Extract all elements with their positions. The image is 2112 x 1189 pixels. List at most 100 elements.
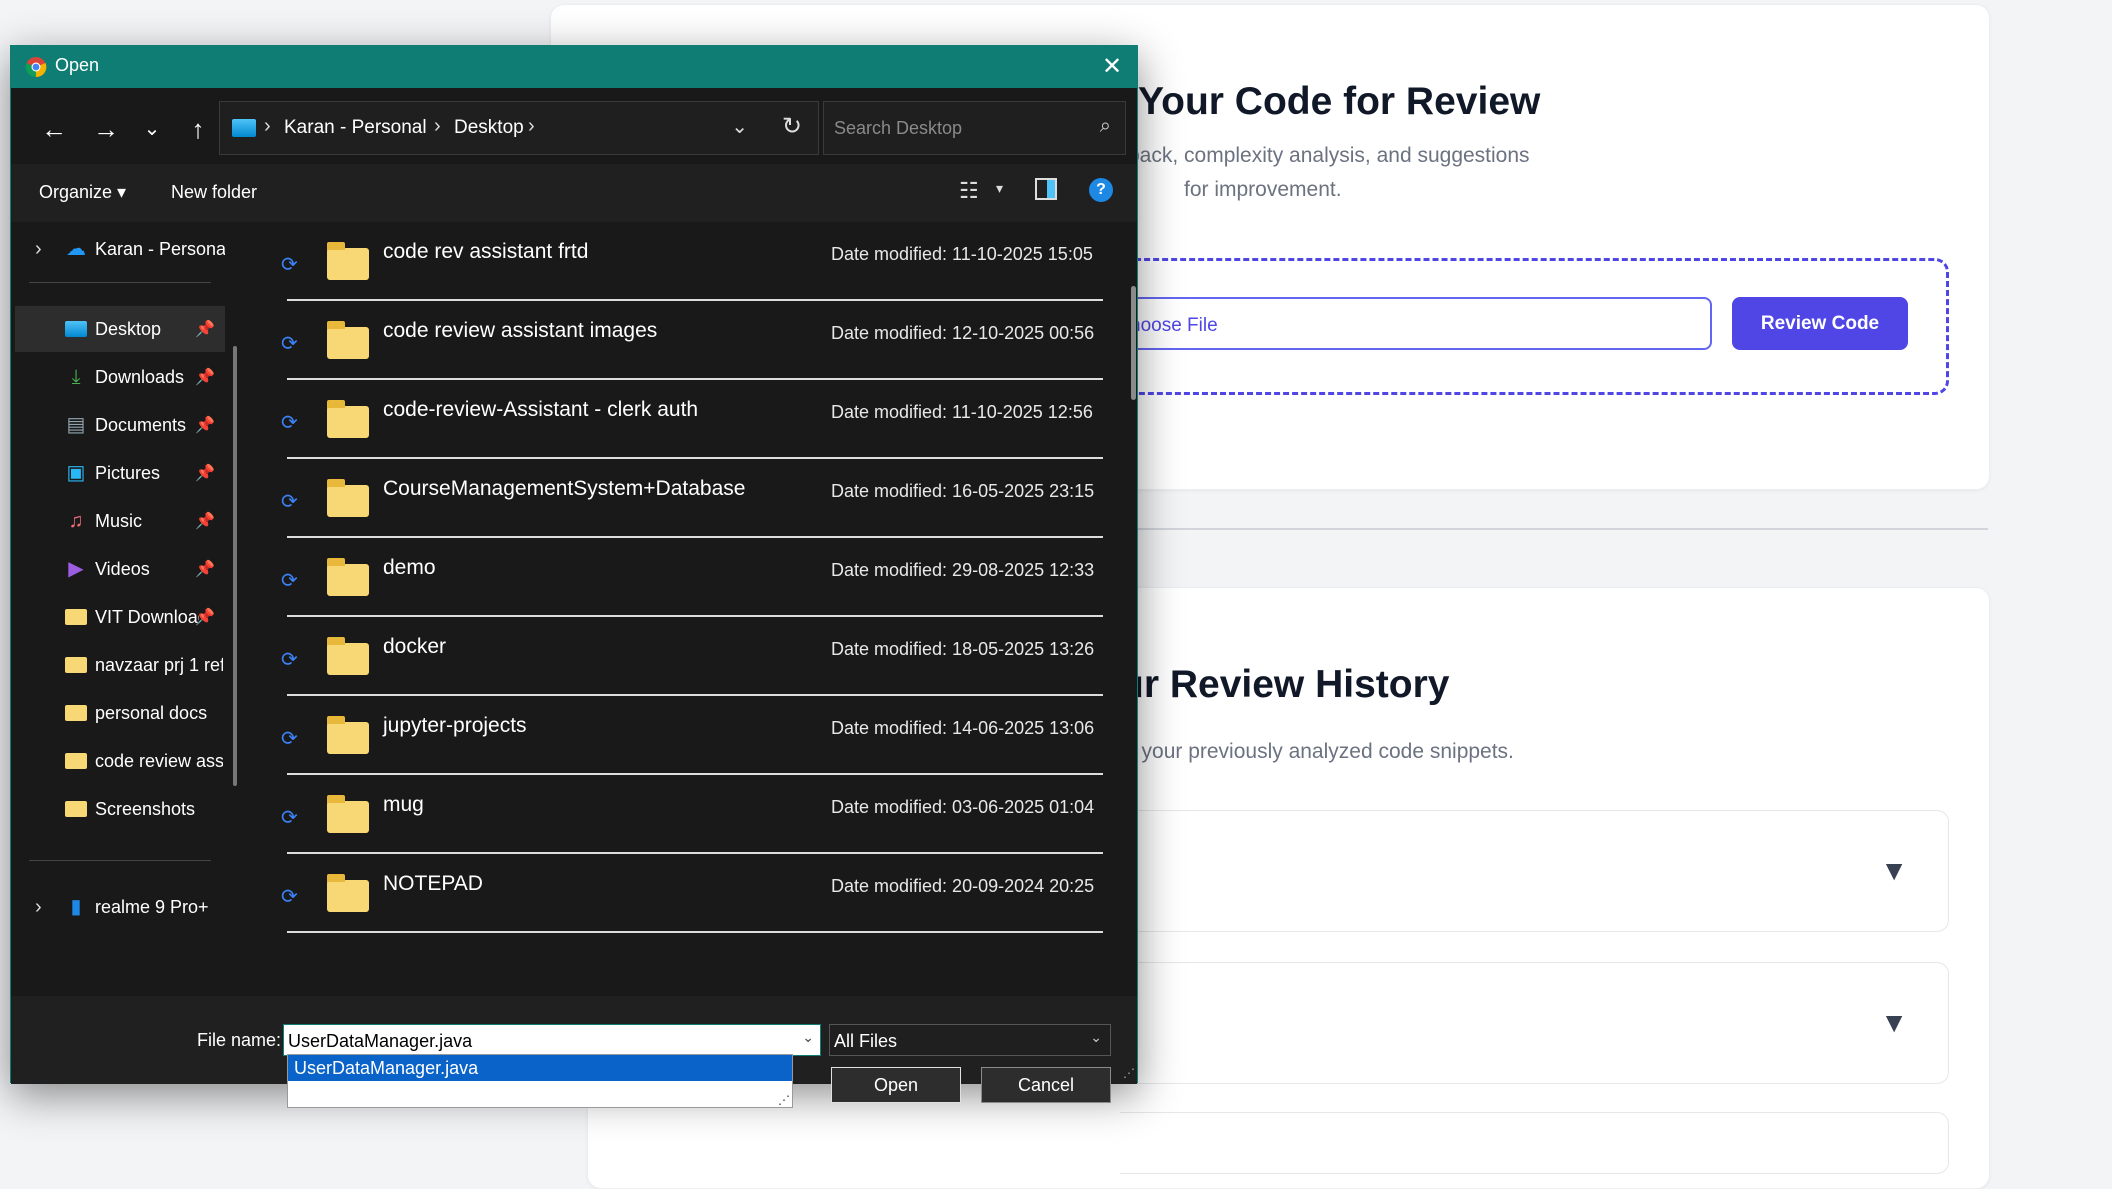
sidebar-item-videos[interactable]: ▶ Videos 📌 — [15, 546, 225, 592]
expand-arrow-icon[interactable]: ▼ — [1880, 1007, 1908, 1039]
sidebar-item-vit-downloads[interactable]: VIT Downloads 📌 — [15, 594, 225, 640]
chevron-right-icon[interactable]: › — [35, 238, 42, 261]
pin-icon[interactable]: 📌 — [195, 511, 215, 531]
breadcrumb-karan-personal[interactable]: Karan - Personal — [284, 117, 427, 139]
document-icon: ▤ — [66, 414, 86, 436]
file-date: Date modified: 11-10-2025 15:05 — [831, 244, 1093, 264]
file-name: code rev assistant frtd — [383, 240, 589, 263]
file-row[interactable]: ⟳ NOTEPAD Date modified: 20-09-2024 20:2… — [251, 854, 1111, 933]
sidebar-item-realme[interactable]: › ▮ realme 9 Pro+ — [15, 884, 225, 930]
refresh-icon[interactable]: ↻ — [782, 112, 802, 141]
file-date: Date modified: 16-05-2025 23:15 — [831, 481, 1095, 501]
sidebar-item-label: VIT Downloads — [95, 607, 199, 627]
recent-locations-icon[interactable]: ⌄ — [135, 112, 169, 146]
file-row[interactable]: ⟳ demo Date modified: 29-08-2025 12:33 — [251, 538, 1111, 617]
file-row[interactable]: ⟳ code rev assistant frtd Date modified:… — [251, 222, 1111, 301]
sidebar-item-downloads[interactable]: ⤓ Downloads 📌 — [15, 354, 225, 400]
file-row[interactable]: ⟳ jupyter-projects Date modified: 14-06-… — [251, 696, 1111, 775]
file-name: NOTEPAD — [383, 872, 483, 895]
pin-icon[interactable]: 📌 — [195, 319, 215, 339]
pin-icon[interactable]: 📌 — [195, 559, 215, 579]
folder-icon — [65, 609, 87, 625]
file-row[interactable]: ⟳ docker Date modified: 18-05-2025 13:26 — [251, 617, 1111, 696]
sync-pending-icon: ⟳ — [281, 570, 298, 592]
file-row[interactable]: ⟳ code-review-Assistant - clerk auth Dat… — [251, 380, 1111, 459]
cancel-button[interactable]: Cancel — [981, 1067, 1111, 1103]
sidebar-item-label: code review assi — [95, 751, 223, 771]
folder-icon — [327, 637, 369, 675]
new-folder-button[interactable]: New folder — [171, 182, 257, 203]
view-options-icon[interactable]: ☷ — [959, 178, 979, 204]
sidebar-divider — [29, 282, 211, 283]
pin-icon[interactable]: 📌 — [195, 367, 215, 387]
upload-subtitle-line2: for improvement. — [1184, 178, 1342, 201]
pin-icon[interactable]: 📌 — [195, 463, 215, 483]
sidebar-item-pictures[interactable]: ▣ Pictures 📌 — [15, 450, 225, 496]
open-button[interactable]: Open — [831, 1067, 961, 1103]
address-bar[interactable]: › Karan - Personal › Desktop › ⌄ ↻ — [219, 101, 819, 155]
sidebar-item-label: personal docs — [95, 703, 208, 723]
folder-icon — [327, 558, 369, 596]
sidebar-item-label: realme 9 Pro+ — [95, 897, 209, 917]
dialog-resize-grip-icon[interactable]: ⋰ — [1123, 1066, 1135, 1080]
sync-pending-icon: ⟳ — [281, 412, 298, 434]
sync-pending-icon: ⟳ — [281, 886, 298, 908]
close-icon[interactable]: ✕ — [1099, 54, 1125, 80]
dialog-titlebar[interactable]: Open ✕ — [11, 46, 1137, 88]
file-row[interactable]: ⟳ mug Date modified: 03-06-2025 01:04 — [251, 775, 1111, 854]
review-code-button[interactable]: Review Code — [1732, 297, 1908, 350]
pin-icon[interactable]: 📌 — [195, 415, 215, 435]
breadcrumb-separator-icon: › — [264, 115, 271, 137]
music-icon: ♫ — [68, 510, 84, 532]
sidebar-item-navzaar[interactable]: navzaar prj 1 ref — [15, 642, 225, 688]
sidebar-item-music[interactable]: ♫ Music 📌 — [15, 498, 225, 544]
sync-pending-icon: ⟳ — [281, 254, 298, 276]
file-name: CourseManagementSystem+Database — [383, 477, 746, 500]
upload-title: Your Code for Review — [1138, 80, 1541, 123]
autocomplete-item[interactable]: UserDataManager.java — [288, 1055, 792, 1081]
history-item[interactable]: ▼ — [1120, 962, 1949, 1084]
sidebar-item-personal-docs[interactable]: personal docs — [15, 690, 225, 736]
back-arrow-icon[interactable]: ← — [37, 112, 71, 146]
choose-file-input[interactable]: hoose File — [1120, 297, 1712, 350]
history-item[interactable]: ▼ — [1120, 810, 1949, 932]
help-icon[interactable]: ? — [1089, 178, 1113, 202]
this-pc-icon — [232, 119, 256, 137]
sidebar-item-documents[interactable]: ▤ Documents 📌 — [15, 402, 225, 448]
file-date: Date modified: 29-08-2025 12:33 — [831, 560, 1095, 580]
breadcrumb-desktop[interactable]: Desktop — [454, 117, 524, 139]
view-caret-icon[interactable]: ▾ — [996, 180, 1003, 197]
pin-icon[interactable]: 📌 — [195, 607, 215, 627]
folder-icon — [327, 874, 369, 912]
up-arrow-icon[interactable]: ↑ — [181, 112, 215, 146]
forward-arrow-icon[interactable]: → — [89, 112, 123, 146]
history-item[interactable] — [1120, 1112, 1949, 1174]
chevron-down-icon[interactable]: ⌄ — [802, 1029, 814, 1046]
file-name-value: UserDataManager.java — [288, 1031, 473, 1051]
file-name: code review assistant images — [383, 319, 658, 342]
preview-pane-icon[interactable] — [1035, 178, 1057, 200]
expand-arrow-icon[interactable]: ▼ — [1880, 855, 1908, 887]
file-name-input[interactable]: UserDataManager.java ⌄ — [283, 1024, 821, 1056]
sidebar-scrollbar[interactable] — [233, 346, 237, 786]
file-type-select[interactable]: All Files ⌄ — [829, 1024, 1111, 1056]
file-row[interactable]: ⟳ CourseManagementSystem+Database Date m… — [251, 459, 1111, 538]
sidebar-item-screenshots[interactable]: Screenshots — [15, 786, 225, 832]
chevron-down-icon[interactable]: ⌄ — [731, 114, 748, 139]
sidebar-item-karan-personal[interactable]: › ☁ Karan - Personal — [15, 226, 225, 272]
resize-grip-icon[interactable]: ⋰ — [778, 1093, 790, 1107]
sidebar-item-desktop[interactable]: Desktop 📌 — [15, 306, 225, 352]
history-title: ur Review History — [1120, 663, 1450, 706]
sidebar-item-label: Karan - Personal — [95, 239, 225, 259]
sidebar-item-code-review[interactable]: code review assi — [15, 738, 225, 784]
file-row[interactable]: ⟳ code review assistant images Date modi… — [251, 301, 1111, 380]
organize-button[interactable]: Organize ▾ — [39, 182, 126, 203]
search-input[interactable]: Search Desktop ⌕ — [823, 101, 1126, 155]
toolbar: Organize ▾ New folder ☷ ▾ ? — [11, 164, 1137, 222]
file-date: Date modified: 03-06-2025 01:04 — [831, 797, 1095, 817]
file-list-scrollbar[interactable] — [1131, 286, 1136, 400]
chevron-down-icon[interactable]: ⌄ — [1090, 1029, 1102, 1046]
search-icon[interactable]: ⌕ — [1100, 115, 1111, 138]
chevron-right-icon[interactable]: › — [35, 896, 42, 919]
folder-icon — [327, 795, 369, 833]
